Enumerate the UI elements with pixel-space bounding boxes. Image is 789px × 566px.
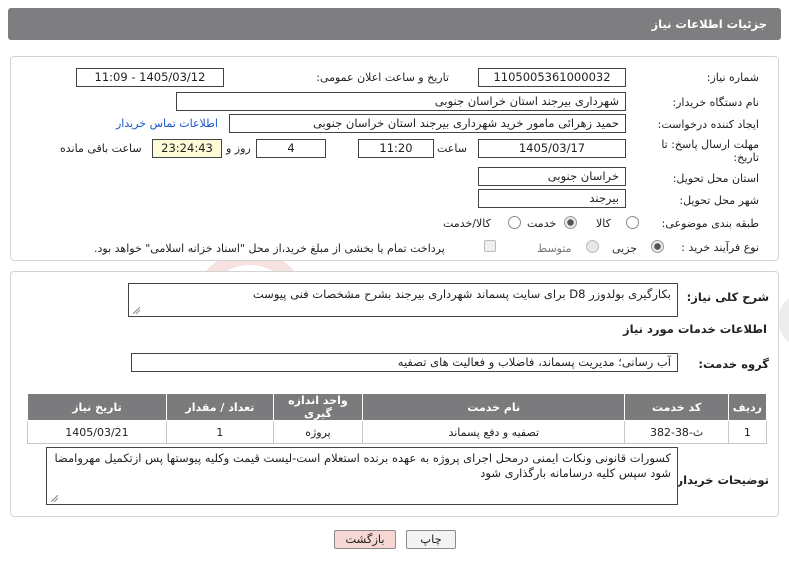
services-section-title: اطلاعات خدمات مورد نیاز: [623, 322, 767, 336]
description-label: شرح کلی نیاز:: [686, 290, 769, 304]
col-header-service-code: کد خدمت: [624, 393, 729, 421]
resize-grip-icon[interactable]: [51, 495, 58, 502]
description-field: بکارگیری بولدوزر D8 برای سایت پسماند شهر…: [128, 283, 678, 317]
page-title: جزئیات اطلاعات نیاز: [8, 8, 781, 40]
deadline-time-field: 11:20: [358, 139, 434, 158]
col-header-need-date: تاریخ نیاز: [27, 393, 167, 421]
deadline-date-field: 1405/03/17: [478, 139, 626, 158]
remaining-days-field: 4: [256, 139, 326, 158]
creator-label: ایجاد کننده درخواست:: [657, 118, 759, 131]
deadline-label-line1: مهلت ارسال پاسخ: تا: [661, 138, 759, 151]
province-field: خراسان جنوبی: [478, 167, 626, 186]
city-field: بیرجند: [478, 189, 626, 208]
services-table: ردیف کد خدمت نام خدمت واحد اندازه گیری ت…: [27, 393, 768, 444]
cell-service-name: تصفیه و دفع پسماند: [362, 420, 626, 444]
announce-datetime-field: 1405/03/12 - 11:09: [76, 68, 224, 87]
service-group-field: آب رسانی؛ مدیریت پسماند، فاضلاب و فعالیت…: [131, 353, 678, 372]
category-option-service: خدمت: [527, 217, 557, 230]
remaining-time-label: ساعت باقی مانده: [60, 142, 142, 155]
deadline-label-line2: تاریخ:: [733, 151, 759, 164]
buyer-field: شهرداری بیرجند استان خراسان جنوبی: [176, 92, 626, 111]
cell-quantity: 1: [165, 420, 274, 444]
cell-need-date: 1405/03/21: [27, 420, 167, 444]
category-radio-goods[interactable]: [626, 216, 639, 229]
resize-grip-icon[interactable]: [133, 307, 140, 314]
process-radio-medium[interactable]: [586, 240, 599, 253]
category-label: طبقه بندی موضوعی:: [661, 217, 759, 230]
category-radio-service[interactable]: [564, 216, 577, 229]
print-button[interactable]: چاپ: [406, 530, 456, 549]
col-header-unit: واحد اندازه گیری: [272, 393, 364, 421]
announce-label: تاریخ و ساعت اعلان عمومی:: [316, 71, 449, 84]
category-radio-goods-service[interactable]: [508, 216, 521, 229]
remaining-time-field: 23:24:43: [152, 139, 222, 158]
buyer-notes-label: توضیحات خریدار:: [671, 473, 769, 487]
cell-row-number: 1: [727, 420, 768, 444]
buyer-contact-link[interactable]: اطلاعات تماس خریدار: [116, 117, 218, 130]
process-label: نوع فرآیند خرید :: [681, 241, 759, 254]
buyer-notes-field: کسورات قانونی ونکات ایمنی درمحل اجرای پر…: [46, 447, 678, 505]
process-radio-minor[interactable]: [651, 240, 664, 253]
treasury-payment-note: پرداخت تمام یا بخشی از مبلغ خرید،از محل …: [94, 242, 445, 255]
back-button[interactable]: بازگشت: [334, 530, 396, 549]
category-option-goods-service: کالا/خدمت: [443, 217, 491, 230]
treasury-payment-checkbox[interactable]: [484, 240, 496, 252]
process-option-minor: جزیی: [612, 242, 638, 255]
buyer-label: نام دستگاه خریدار:: [672, 96, 759, 109]
remaining-days-label: روز و: [226, 142, 251, 155]
province-label: استان محل تحویل:: [672, 172, 759, 185]
category-option-goods: کالا: [596, 217, 611, 230]
deadline-time-label: ساعت: [437, 142, 467, 155]
col-header-quantity: تعداد / مقدار: [165, 393, 274, 421]
need-number-label: شماره نیاز:: [706, 71, 759, 84]
table-header-row: ردیف کد خدمت نام خدمت واحد اندازه گیری ت…: [27, 393, 768, 421]
col-header-service-name: نام خدمت: [362, 393, 626, 421]
service-group-label: گروه خدمت:: [698, 357, 769, 371]
table-row: 1 ث-38-382 تصفیه و دفع پسماند پروژه 1 14…: [27, 420, 768, 444]
cell-service-code: ث-38-382: [624, 420, 729, 444]
col-header-row-number: ردیف: [727, 393, 768, 421]
creator-field: حمید زهرائی مامور خرید شهرداری بیرجند اس…: [229, 114, 626, 133]
process-option-medium: متوسط: [537, 242, 572, 255]
cell-unit: پروژه: [272, 420, 364, 444]
need-number-field: 1105005361000032: [478, 68, 626, 87]
city-label: شهر محل تحویل:: [679, 194, 759, 207]
